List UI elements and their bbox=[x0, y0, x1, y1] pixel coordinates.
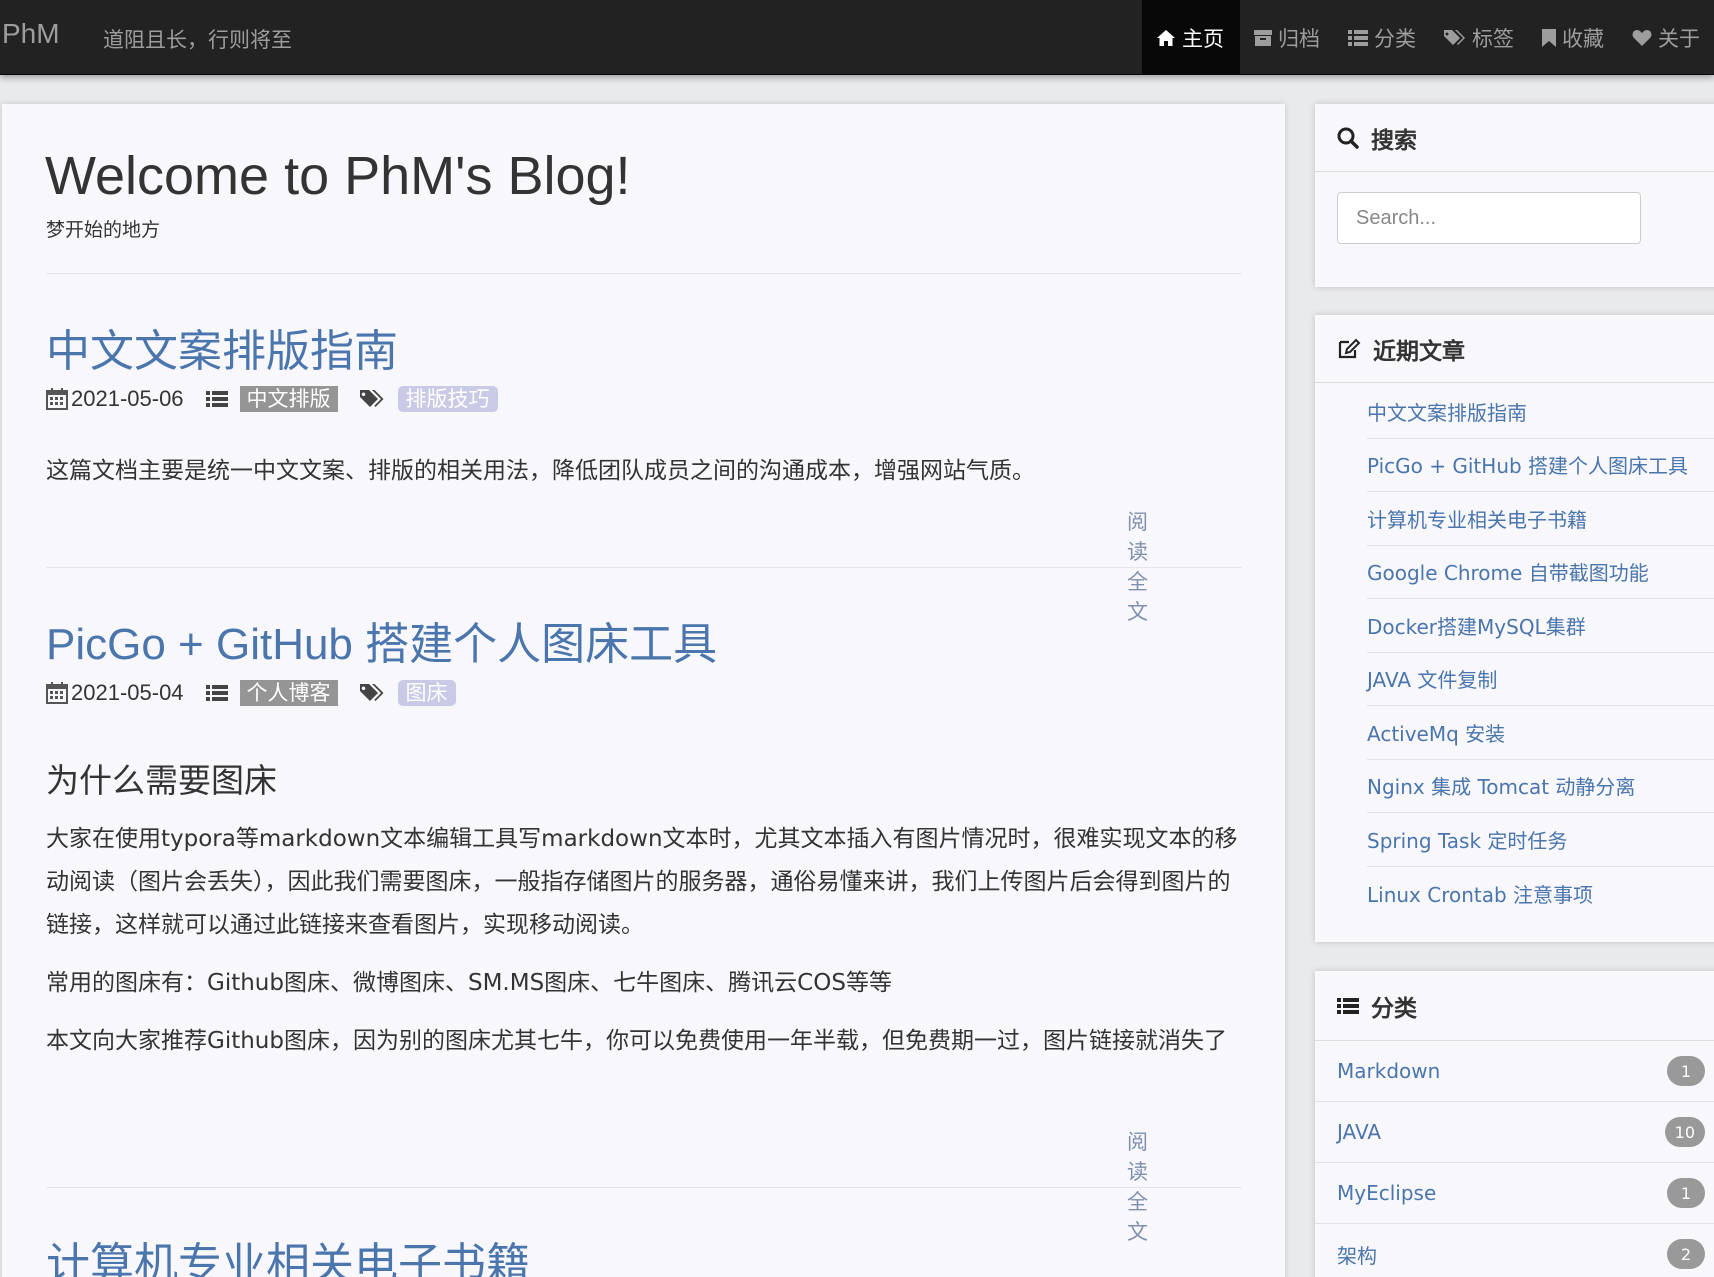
category-badge[interactable]: 中文排版 bbox=[239, 386, 338, 412]
post-title[interactable]: 中文文案排版指南 bbox=[46, 315, 398, 379]
post-date: 2021-05-06 bbox=[71, 386, 184, 411]
tags-icon bbox=[1444, 29, 1465, 45]
widget-title: 分类 bbox=[1371, 995, 1417, 1022]
category-count: 2 bbox=[1667, 1239, 1705, 1269]
archive-icon bbox=[1254, 29, 1272, 46]
post-paragraph: 常用的图床有：Github图床、微博图床、SM.MS图床、七牛图床、腾讯云COS… bbox=[46, 970, 892, 996]
nav-item-favorites[interactable]: 收藏 bbox=[1528, 0, 1618, 75]
recent-post-link[interactable]: Spring Task 定时任务 bbox=[1367, 813, 1714, 867]
read-more-label: 阅读全文 bbox=[1127, 1130, 1148, 1244]
nav-item-label: 主页 bbox=[1182, 26, 1224, 51]
recent-post-link[interactable]: Docker搭建MySQL集群 bbox=[1367, 599, 1714, 653]
divider bbox=[46, 1187, 1242, 1188]
calendar-icon bbox=[46, 682, 68, 704]
recent-post-link[interactable]: ActiveMq 安装 bbox=[1367, 706, 1714, 760]
widget-title: 搜索 bbox=[1371, 127, 1417, 154]
list-icon bbox=[205, 685, 228, 701]
page-subtitle: 梦开始的地方 bbox=[46, 219, 161, 241]
recent-posts-widget: 近期文章 中文文案排版指南 PicGo + GitHub 搭建个人图床工具 计算… bbox=[1315, 315, 1714, 942]
recent-post-link[interactable]: 中文文案排版指南 bbox=[1367, 385, 1714, 439]
category-name: Markdown bbox=[1337, 1059, 1441, 1083]
nav-item-archive[interactable]: 归档 bbox=[1240, 0, 1334, 75]
category-name: 架构 bbox=[1337, 1243, 1377, 1268]
edit-icon bbox=[1338, 338, 1361, 358]
recent-post-link[interactable]: PicGo + GitHub 搭建个人图床工具 bbox=[1367, 439, 1714, 492]
search-input[interactable] bbox=[1337, 192, 1641, 244]
recent-post-link[interactable]: 计算机专业相关电子书籍 bbox=[1367, 492, 1714, 546]
post-paragraph: 大家在使用typora等markdown文本编辑工具写markdown文本时，尤… bbox=[46, 826, 1238, 938]
list-icon bbox=[205, 391, 228, 407]
bookmark-icon bbox=[1542, 28, 1556, 47]
category-count: 10 bbox=[1664, 1117, 1705, 1147]
tags-icon bbox=[359, 390, 384, 407]
nav-item-label: 归档 bbox=[1278, 26, 1320, 51]
post-heading: 为什么需要图床 bbox=[46, 761, 277, 800]
recent-post-link[interactable]: Nginx 集成 Tomcat 动静分离 bbox=[1367, 760, 1714, 813]
post-paragraph: 本文向大家推荐Github图床，因为别的图床尤其七牛，你可以免费使用一年半载，但… bbox=[46, 1028, 1227, 1054]
nav-item-label: 标签 bbox=[1472, 26, 1514, 51]
nav-item-home[interactable]: 主页 bbox=[1142, 0, 1240, 75]
post-title[interactable]: 计算机专业相关电子书籍 bbox=[46, 1228, 530, 1277]
widget-header: 搜索 bbox=[1315, 104, 1714, 172]
site-motto: 道阻且长，行则将至 bbox=[103, 28, 292, 52]
tag-badge[interactable]: 图床 bbox=[397, 680, 456, 706]
nav-item-label: 分类 bbox=[1374, 26, 1416, 51]
category-row[interactable]: JAVA 10 bbox=[1315, 1102, 1714, 1163]
home-icon bbox=[1157, 29, 1175, 46]
widget-title: 近期文章 bbox=[1373, 338, 1465, 365]
site-brand[interactable]: PhM bbox=[2, 18, 60, 50]
post-title[interactable]: PicGo + GitHub 搭建个人图床工具 bbox=[46, 608, 717, 672]
nav-item-label: 收藏 bbox=[1562, 26, 1604, 51]
widget-header: 分类 bbox=[1315, 971, 1714, 1041]
category-count: 1 bbox=[1667, 1178, 1705, 1208]
recent-posts-list: 中文文案排版指南 PicGo + GitHub 搭建个人图床工具 计算机专业相关… bbox=[1315, 383, 1714, 920]
nav-item-about[interactable]: 关于 bbox=[1618, 0, 1714, 75]
tag-badge[interactable]: 排版技巧 bbox=[397, 386, 498, 412]
category-count: 1 bbox=[1667, 1056, 1705, 1086]
category-badge[interactable]: 个人博客 bbox=[239, 680, 338, 706]
post-excerpt: 这篇文档主要是统一中文文案、排版的相关用法，降低团队成员之间的沟通成本，增强网站… bbox=[46, 458, 1035, 484]
tags-icon bbox=[359, 684, 384, 701]
list-icon bbox=[1337, 997, 1359, 1014]
top-navbar: PhM 道阻且长，行则将至 主页 归档 分类 标签 收藏 关于 bbox=[0, 0, 1714, 75]
list-icon bbox=[1348, 29, 1368, 46]
calendar-icon bbox=[46, 388, 68, 410]
nav-item-tags[interactable]: 标签 bbox=[1430, 0, 1528, 75]
recent-post-link[interactable]: JAVA 文件复制 bbox=[1367, 653, 1714, 706]
nav-item-label: 关于 bbox=[1658, 26, 1700, 51]
divider bbox=[46, 273, 1242, 274]
search-icon bbox=[1337, 127, 1359, 149]
search-widget: 搜索 bbox=[1315, 104, 1714, 287]
category-row[interactable]: Markdown 1 bbox=[1315, 1041, 1714, 1102]
category-row[interactable]: 架构 2 bbox=[1315, 1224, 1714, 1277]
nav-menu: 主页 归档 分类 标签 收藏 关于 bbox=[1142, 0, 1714, 75]
heart-icon bbox=[1632, 29, 1652, 46]
page-title: Welcome to PhM's Blog! bbox=[45, 146, 631, 206]
recent-post-link[interactable]: Linux Crontab 注意事项 bbox=[1367, 867, 1714, 921]
post-date: 2021-05-04 bbox=[71, 680, 184, 705]
category-row[interactable]: MyEclipse 1 bbox=[1315, 1163, 1714, 1224]
post-meta: 2021-05-06 中文排版 排版技巧 bbox=[46, 386, 498, 412]
post-meta: 2021-05-04 个人博客 图床 bbox=[46, 680, 456, 706]
category-name: JAVA bbox=[1337, 1120, 1382, 1144]
nav-item-categories[interactable]: 分类 bbox=[1334, 0, 1430, 75]
recent-post-link[interactable]: Google Chrome 自带截图功能 bbox=[1367, 546, 1714, 599]
category-name: MyEclipse bbox=[1337, 1181, 1437, 1205]
read-more-label: 阅读全文 bbox=[1127, 510, 1148, 624]
categories-widget: 分类 Markdown 1 JAVA 10 MyEclipse 1 架构 2 bbox=[1315, 971, 1714, 1277]
widget-header: 近期文章 bbox=[1315, 315, 1714, 383]
divider bbox=[46, 567, 1242, 568]
